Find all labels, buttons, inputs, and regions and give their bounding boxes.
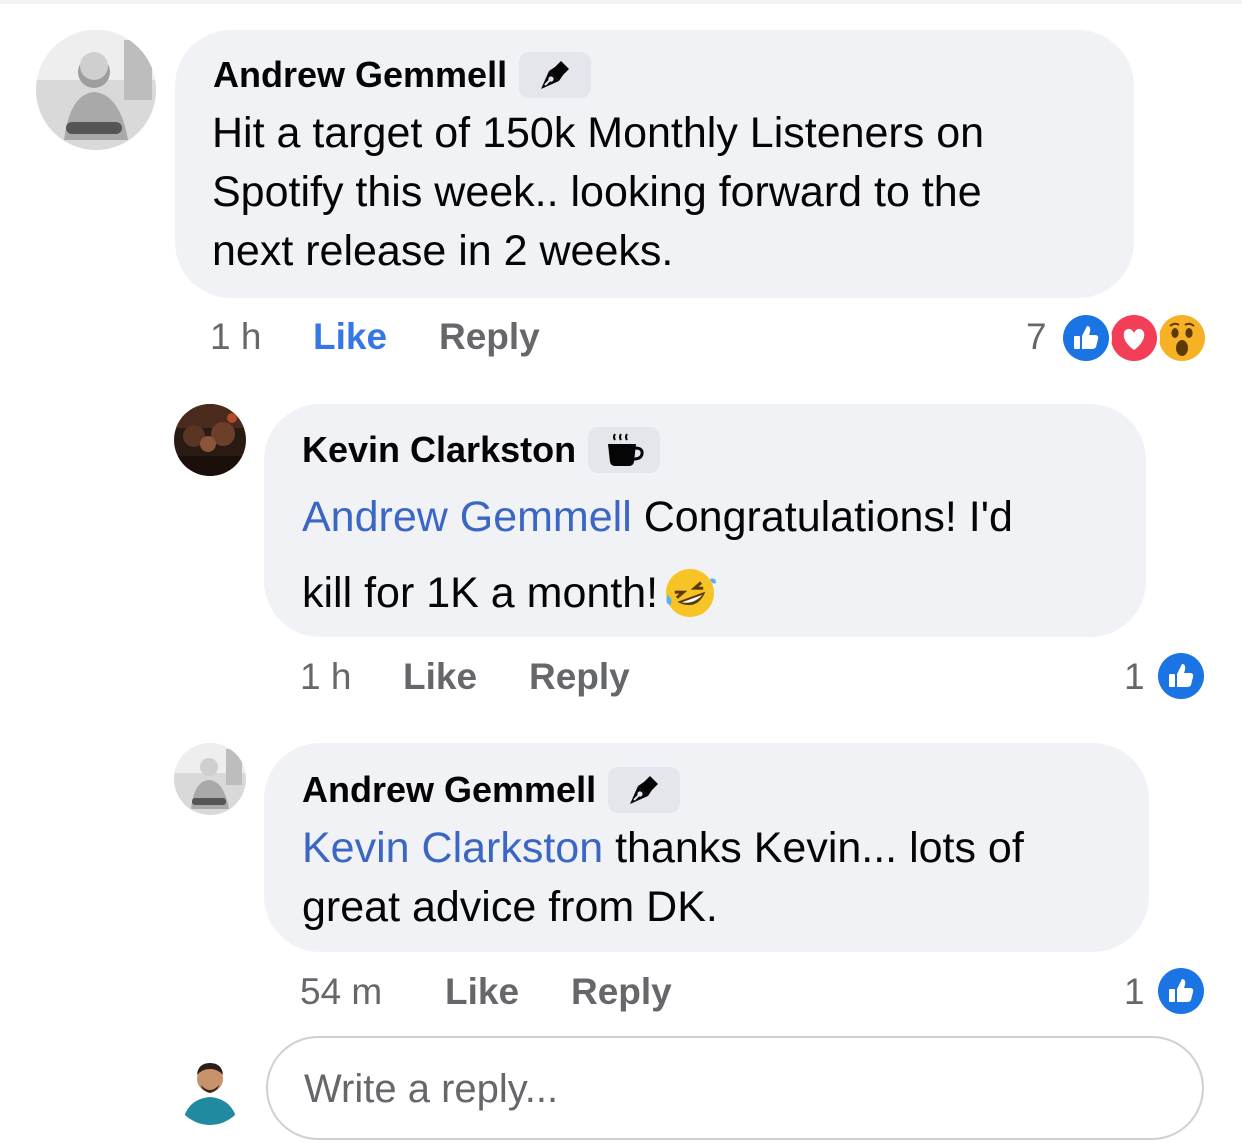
comment-timestamp[interactable]: 1 h (300, 656, 351, 698)
love-reaction-icon[interactable] (1108, 312, 1160, 364)
avatar[interactable] (36, 30, 156, 150)
reaction-count[interactable]: 7 (1026, 316, 1047, 358)
reply-button[interactable]: Reply (439, 316, 540, 358)
like-button[interactable]: Like (403, 656, 477, 698)
comment-text-line: Spotify this week.. looking forward to t… (212, 168, 982, 216)
wow-reaction-icon[interactable] (1156, 312, 1208, 364)
comment-bubble: Kevin Clarkston Andrew Gemmell Congratul… (264, 404, 1146, 637)
current-user-avatar[interactable] (174, 1053, 246, 1125)
comment-text-line: Hit a target of 150k Monthly Listeners o… (212, 109, 985, 157)
comment-text-line: great advice from DK. (302, 883, 718, 931)
comment-text-line: kill for 1K a month! (302, 555, 1013, 631)
coffee-cup-icon[interactable] (588, 427, 661, 473)
pen-nib-icon[interactable] (519, 52, 592, 98)
pen-nib-icon[interactable] (608, 767, 681, 813)
mention-link[interactable]: Andrew Gemmell (302, 493, 632, 541)
comment-text-line: Kevin Clarkston thanks Kevin... lots of (302, 819, 1024, 878)
mention-link[interactable]: Kevin Clarkston (302, 824, 603, 872)
comment-timestamp[interactable]: 1 h (210, 316, 261, 358)
reply-composer[interactable] (266, 1036, 1204, 1140)
comment-author[interactable]: Andrew Gemmell (213, 54, 507, 96)
like-reaction-icon[interactable] (1060, 312, 1112, 364)
comment-text-line: Andrew Gemmell Congratulations! I'd (302, 479, 1013, 555)
like-reaction-icon[interactable] (1155, 650, 1207, 702)
top-divider (0, 0, 1242, 4)
avatar[interactable] (174, 743, 246, 815)
avatar[interactable] (174, 404, 246, 476)
rolling-laughing-emoji-icon (662, 565, 718, 621)
comment-text: Congratulations! I'd (631, 493, 1013, 541)
reply-button[interactable]: Reply (529, 656, 630, 698)
comment-text-line: next release in 2 weeks. (212, 227, 674, 275)
comment-bubble: Andrew Gemmell Hit a target of 150k Mont… (175, 30, 1134, 298)
comment-text: kill for 1K a month! (302, 569, 659, 617)
comment-text: thanks Kevin... lots of (603, 824, 1024, 872)
reply-button[interactable]: Reply (571, 971, 672, 1013)
reaction-count[interactable]: 1 (1124, 656, 1145, 698)
comment-bubble: Andrew Gemmell Kevin Clarkston thanks Ke… (264, 743, 1149, 952)
reply-input[interactable] (302, 1062, 1166, 1116)
like-reaction-icon[interactable] (1155, 965, 1207, 1017)
like-button[interactable]: Like (313, 316, 387, 358)
reaction-count[interactable]: 1 (1124, 971, 1145, 1013)
comment-author[interactable]: Andrew Gemmell (302, 769, 596, 811)
comment-author[interactable]: Kevin Clarkston (302, 429, 576, 471)
comment-timestamp[interactable]: 54 m (300, 971, 382, 1013)
like-button[interactable]: Like (445, 971, 519, 1013)
